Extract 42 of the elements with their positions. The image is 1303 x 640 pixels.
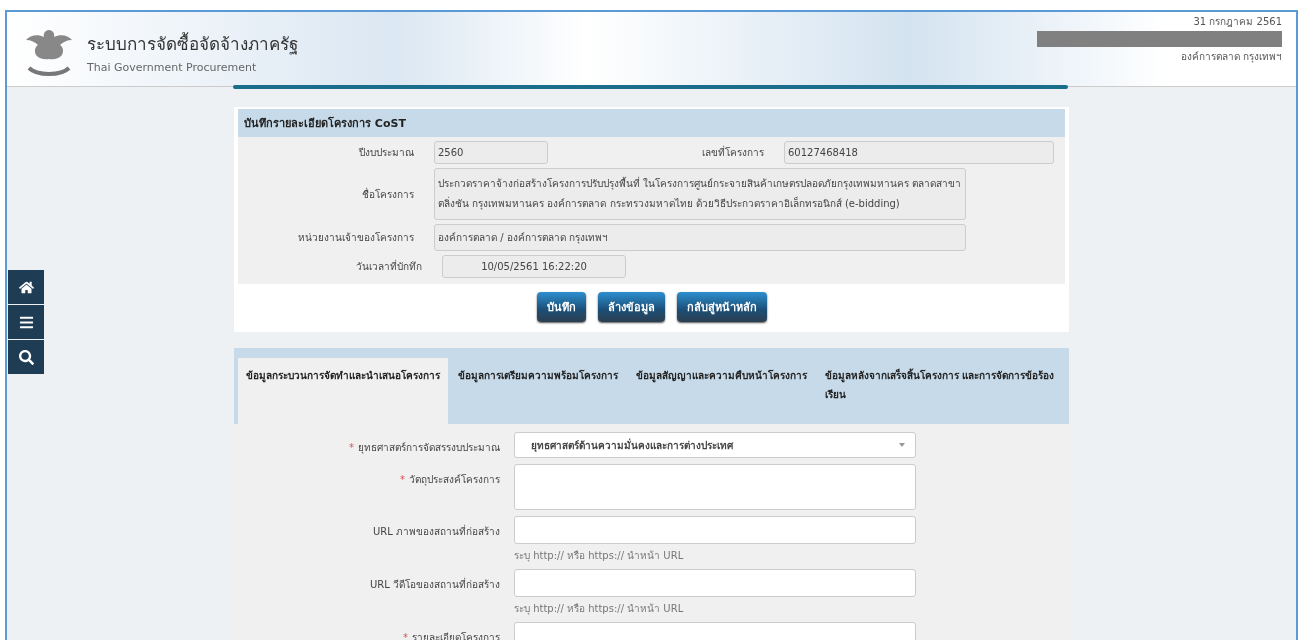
card-title: บันทึกรายละเอียดโครงการ CoST [238, 109, 1065, 137]
current-date: 31 กรกฎาคม 2561 [1193, 15, 1282, 29]
required-marker: * [403, 632, 408, 640]
saved-time-field: 10/05/2561 16:22:20 [442, 255, 626, 278]
required-marker: * [349, 442, 354, 453]
site-subtitle: Thai Government Procurement [87, 61, 258, 74]
menu-icon [18, 314, 34, 330]
tab[interactable]: ข้อมูลการเตรียมความพร้อมโครงการ [450, 358, 626, 424]
action-button[interactable]: บันทึก [536, 292, 586, 322]
search-icon [18, 349, 34, 365]
url-field[interactable] [514, 569, 916, 597]
site-title: ระบบการจัดซื้อจัดจ้างภาครัฐ [87, 31, 298, 57]
help-text: ระบุ http:// หรือ https:// นำหน้า URL [514, 602, 685, 616]
project-number-field: 60127468418 [784, 141, 1054, 164]
field-label: เลขที่โครงการ [701, 145, 765, 160]
url-field[interactable] [514, 516, 916, 544]
field-label: วันเวลาที่บักทึก [355, 259, 423, 274]
action-button[interactable]: ล้างข้อมูล [597, 292, 665, 322]
project-name-field: ประกวดราคาจ้างก่อสร้างโครงการปรับปรุงพื้นที่ ในโครงการศูนย์กระจายสินค้าเกษตรปลอดภัยกรุงเทพมหานคร ตลาดสาขาตลิ่งชัน กรุงเทพมหานคร องค์การตลาด กระทรวงมหาดไทย ด้วยวิธีประกวดราคาอิเล็กทรอนิกส์ (e-bidding) [434, 168, 966, 220]
caret-icon [899, 443, 905, 447]
menu-button[interactable] [8, 305, 44, 339]
strategy-dropdown[interactable]: ยุทธศาสตร์ด้านความมั่นคงและการต่างประเทศ [514, 432, 916, 458]
home-icon [18, 279, 34, 295]
action-button[interactable]: กลับสู่หน้าหลัก [676, 292, 767, 322]
required-marker: * [400, 474, 405, 485]
home-button[interactable] [8, 270, 44, 304]
form-label: วัตถุประสงค์โครงการ [409, 473, 500, 487]
owner-agency-field: องค์การตลาด / องค์การตลาด กรุงเทพฯ [434, 224, 966, 251]
form-label: URL ภาพของสถานที่ก่อสร้าง [372, 524, 500, 539]
form-label: URL วีดีโอของสถานที่ก่อสร้าง [369, 577, 500, 592]
search-button[interactable] [8, 340, 44, 374]
field-label: หน่วยงานเจ้าของโครงการ [297, 231, 415, 245]
field-label: ชื่อโครงการ [361, 186, 415, 202]
organization-name: องค์การตลาด กรุงเทพฯ [1180, 50, 1282, 64]
form-label: ยุทธศาสตร์การจัดสรรงบประมาณ [358, 441, 500, 455]
tab[interactable]: ข้อมูลหลังจากเสร็จสิ้นโครงการ และการจัดการข้อร้องเรียน [817, 358, 1065, 424]
tab[interactable]: ข้อมูลสัญญาและความคืบหน้าโครงการ [628, 358, 815, 424]
field-label: ปีงบประมาณ [357, 146, 415, 160]
tab[interactable]: ข้อมูลกระบวนการจัดทำและนำเสนอโครงการ [238, 358, 448, 424]
fiscal-year-field: 2560 [434, 141, 548, 164]
help-text: ระบุ http:// หรือ https:// นำหน้า URL [514, 549, 685, 563]
text-area[interactable] [514, 464, 916, 510]
